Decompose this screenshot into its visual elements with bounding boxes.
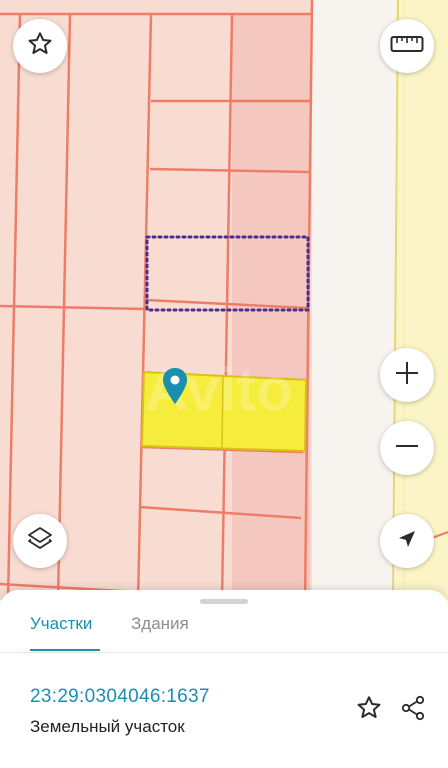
tab-buildings[interactable]: Здания [131,614,189,634]
zoom-out-button[interactable] [380,421,434,475]
parcel-info-sheet: Участки Здания 23:29:0304046:1637 Земель… [0,590,448,768]
share-button[interactable] [398,695,428,725]
active-tab-indicator [30,649,100,651]
ruler-button[interactable] [380,19,434,73]
cadastral-number[interactable]: 23:29:0304046:1637 [30,686,210,708]
ruler-icon [390,34,424,59]
zoom-in-button[interactable] [380,348,434,402]
parcel-type-label: Земельный участок [30,717,185,736]
star-outline-icon [355,694,383,727]
road [312,0,396,600]
sheet-tabs: Участки Здания [0,608,448,652]
my-location-button[interactable] [380,514,434,568]
cadastral-map[interactable]: Avito [0,0,448,600]
tab-parcels[interactable]: Участки [30,614,92,634]
tabs-divider [0,652,448,653]
plus-icon [393,359,421,392]
layers-button[interactable] [13,514,67,568]
star-outline-icon [26,30,54,63]
map-canvas[interactable]: Avito [0,0,448,600]
layers-icon [25,524,55,559]
favorite-map-button[interactable] [13,19,67,73]
favorite-parcel-button[interactable] [354,695,384,725]
minus-icon [393,432,421,465]
sheet-drag-handle[interactable] [200,599,248,604]
navigation-arrow-icon [395,527,419,556]
share-icon [399,694,427,727]
